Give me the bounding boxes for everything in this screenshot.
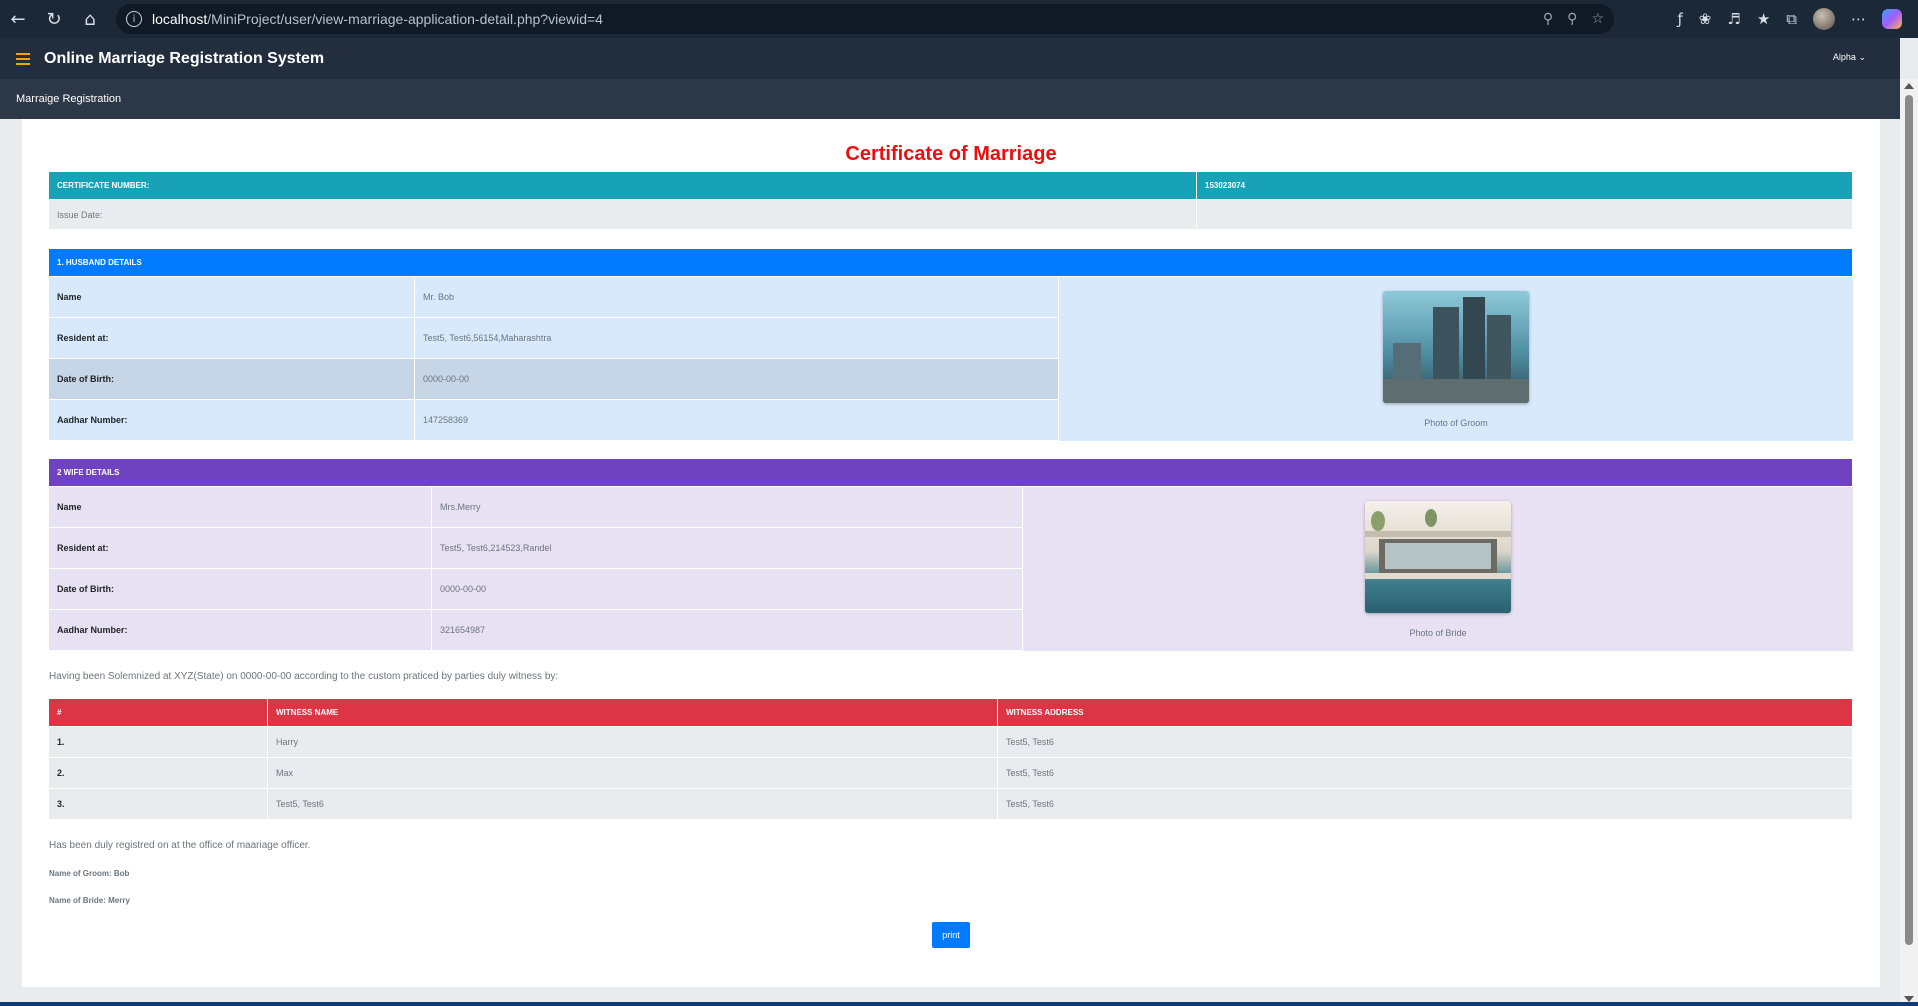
groom-photo-cell: Photo of Groom bbox=[1059, 277, 1853, 441]
issue-date-row: Issue Date: bbox=[49, 200, 1853, 230]
browser-toolbar: ← ↻ ⌂ i localhost/MiniProject/user/view-… bbox=[0, 0, 1918, 38]
wife-dob-value: 0000-00-00 bbox=[432, 569, 1023, 610]
bride-name-line: Name of Bride: Merry bbox=[49, 896, 130, 905]
bride-photo-caption: Photo of Bride bbox=[1409, 628, 1467, 638]
husband-header-row: 1. HUSBAND DETAILS bbox=[49, 249, 1853, 277]
star-icon[interactable]: ☆ bbox=[1591, 11, 1604, 27]
witness-address: Test5, Test6 bbox=[998, 727, 1853, 758]
chevron-down-icon: ⌄ bbox=[1858, 52, 1866, 62]
certificate-number-value: 153023074 bbox=[1197, 172, 1853, 200]
home-icon[interactable]: ⌂ bbox=[72, 0, 108, 38]
scroll-up-arrow-icon[interactable] bbox=[1904, 83, 1914, 89]
wife-header-row: 2 WIFE DETAILS bbox=[49, 459, 1853, 487]
bride-photo-cell: Photo of Bride bbox=[1023, 487, 1853, 651]
certificate-title: Certificate of Marriage bbox=[845, 143, 1057, 165]
witness-name: Harry bbox=[268, 727, 998, 758]
witness-table-header: # WITNESS NAME WITNESS ADDRESS bbox=[49, 699, 1853, 727]
more-icon[interactable]: ⋯ bbox=[1851, 10, 1866, 28]
address-bar[interactable]: i localhost/MiniProject/user/view-marria… bbox=[116, 4, 1614, 34]
page-title: Marraige Registration bbox=[16, 93, 122, 105]
husband-aadhar-value: 147258369 bbox=[415, 400, 1059, 441]
certificate-number-label: CERTIFICATE NUMBER: bbox=[49, 172, 1197, 200]
table-row: 3. Test5, Test6 Test5, Test6 bbox=[49, 789, 1853, 820]
wife-name-label: Name bbox=[49, 487, 432, 528]
solemnized-text: Having been Solemnized at XYZ(State) on … bbox=[49, 671, 559, 682]
registered-text: Has been duly registred on at the office… bbox=[49, 840, 311, 851]
wife-aadhar-value: 321654987 bbox=[432, 610, 1023, 651]
issue-date-value bbox=[1197, 200, 1853, 230]
witness-col-num: # bbox=[49, 699, 268, 727]
husband-aadhar-row: Aadhar Number: 147258369 bbox=[49, 400, 1059, 441]
wife-details-header: 2 WIFE DETAILS bbox=[49, 459, 1853, 487]
profile-avatar[interactable] bbox=[1813, 8, 1835, 30]
husband-address-value: Test5, Test6,56154,Maharashtra bbox=[415, 318, 1059, 359]
witness-name: Max bbox=[268, 758, 998, 789]
taskbar-strip bbox=[0, 1002, 1918, 1006]
table-row: 1. Harry Test5, Test6 bbox=[49, 727, 1853, 758]
husband-dob-label: Date of Birth: bbox=[49, 359, 415, 400]
witness-address: Test5, Test6 bbox=[998, 789, 1853, 820]
husband-name-label: Name bbox=[49, 277, 415, 318]
witness-num: 1. bbox=[49, 727, 268, 758]
key-icon[interactable]: ⚲ bbox=[1543, 11, 1553, 27]
back-arrow-icon[interactable]: ← bbox=[0, 0, 36, 38]
husband-address-row: Resident at: Test5, Test6,56154,Maharash… bbox=[49, 318, 1059, 359]
site-info-icon[interactable]: i bbox=[126, 11, 142, 27]
url-path: /MiniProject/user/view-marriage-applicat… bbox=[207, 11, 603, 27]
user-name: Alpha bbox=[1832, 52, 1856, 62]
husband-address-label: Resident at: bbox=[49, 318, 415, 359]
app-header: Online Marriage Registration System Alph… bbox=[0, 38, 1900, 79]
witness-name: Test5, Test6 bbox=[268, 789, 998, 820]
witness-num: 3. bbox=[49, 789, 268, 820]
wife-address-label: Resident at: bbox=[49, 528, 432, 569]
reload-icon[interactable]: ↻ bbox=[36, 0, 72, 38]
wife-name-value: Mrs.Merry bbox=[432, 487, 1023, 528]
app-title: Online Marriage Registration System bbox=[44, 49, 325, 67]
wife-dob-row: Date of Birth: 0000-00-00 bbox=[49, 569, 1023, 610]
groom-photo-caption: Photo of Groom bbox=[1424, 418, 1488, 428]
witness-col-name: WITNESS NAME bbox=[268, 699, 998, 727]
husband-aadhar-label: Aadhar Number: bbox=[49, 400, 415, 441]
extension-icon[interactable]: ❀ bbox=[1699, 10, 1712, 28]
function-icon[interactable]: ƒ bbox=[1678, 10, 1683, 28]
witness-address: Test5, Test6 bbox=[998, 758, 1853, 789]
wife-address-row: Resident at: Test5, Test6,214523,Randel bbox=[49, 528, 1023, 569]
wife-aadhar-label: Aadhar Number: bbox=[49, 610, 432, 651]
table-row: 2. Max Test5, Test6 bbox=[49, 758, 1853, 789]
issue-date-label: Issue Date: bbox=[49, 200, 1197, 230]
husband-name-value: Mr. Bob bbox=[415, 277, 1059, 318]
husband-dob-value: 0000-00-00 bbox=[415, 359, 1059, 400]
husband-name-row: Name Mr. Bob bbox=[49, 277, 1059, 318]
scrollbar[interactable] bbox=[1900, 79, 1918, 1006]
scroll-thumb[interactable] bbox=[1905, 95, 1913, 945]
print-button[interactable]: print bbox=[932, 922, 970, 948]
hamburger-menu-icon[interactable] bbox=[16, 52, 30, 65]
husband-details-header: 1. HUSBAND DETAILS bbox=[49, 249, 1853, 277]
url-host: localhost bbox=[152, 11, 208, 27]
copilot-icon[interactable] bbox=[1882, 9, 1902, 29]
groom-name-line: Name of Groom: Bob bbox=[49, 869, 130, 878]
page-header: Marraige Registration bbox=[0, 79, 1900, 119]
favorites-icon[interactable]: ★ bbox=[1757, 10, 1770, 28]
witness-col-address: WITNESS ADDRESS bbox=[998, 699, 1853, 727]
groom-photo bbox=[1383, 291, 1529, 403]
wife-address-value: Test5, Test6,214523,Randel bbox=[432, 528, 1023, 569]
certificate-card: Certificate of Marriage CERTIFICATE NUMB… bbox=[22, 119, 1880, 987]
wife-dob-label: Date of Birth: bbox=[49, 569, 432, 610]
bride-photo bbox=[1365, 501, 1511, 613]
wife-name-row: Name Mrs.Merry bbox=[49, 487, 1023, 528]
collections-icon[interactable]: ⧉ bbox=[1786, 10, 1797, 28]
zoom-icon[interactable]: ⚲ bbox=[1567, 11, 1577, 27]
witness-num: 2. bbox=[49, 758, 268, 789]
certificate-number-row: CERTIFICATE NUMBER: 153023074 bbox=[49, 172, 1853, 200]
tracking-icon[interactable]: ♬ bbox=[1727, 10, 1740, 28]
husband-dob-row: Date of Birth: 0000-00-00 bbox=[49, 359, 1059, 400]
wife-aadhar-row: Aadhar Number: 321654987 bbox=[49, 610, 1023, 651]
user-menu[interactable]: Alpha ⌄ bbox=[1833, 52, 1866, 63]
